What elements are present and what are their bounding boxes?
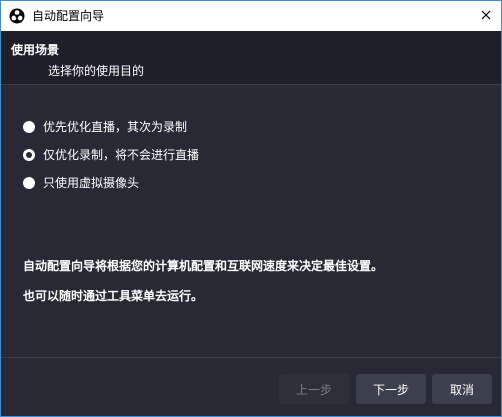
- option-record-only[interactable]: 仅优化录制，将不会进行直播: [23, 146, 199, 164]
- page-subtitle: 选择你的使用目的: [48, 64, 145, 78]
- option-label: 只使用虚拟摄像头: [43, 176, 140, 190]
- title-bar[interactable]: 自动配置向导: [1, 1, 501, 31]
- radio-button-selected[interactable]: [23, 149, 35, 161]
- page-header: 使用场景 选择你的使用目的: [1, 31, 501, 85]
- option-stream-priority[interactable]: 优先优化直播，其次为录制: [23, 118, 187, 136]
- cancel-button[interactable]: 取消: [432, 374, 492, 404]
- close-button[interactable]: [471, 1, 501, 31]
- button-bar: 上一步 下一步 取消: [1, 357, 501, 416]
- obs-logo-icon: [9, 8, 25, 24]
- window-title: 自动配置向导: [32, 9, 105, 23]
- info-text-line2: 也可以随时通过工具菜单去运行。: [23, 289, 204, 303]
- auto-config-wizard-window: 自动配置向导 使用场景 选择你的使用目的 优先优化直播，其次为录制 仅优化录制，…: [0, 0, 502, 417]
- page-title: 使用场景: [11, 43, 60, 57]
- option-label: 仅优化录制，将不会进行直播: [43, 148, 200, 162]
- info-text-line1: 自动配置向导将根据您的计算机配置和互联网速度来决定最佳设置。: [23, 259, 384, 273]
- radio-button[interactable]: [23, 177, 35, 189]
- back-button[interactable]: 上一步: [279, 374, 349, 404]
- usage-options: 优先优化直播，其次为录制 仅优化录制，将不会进行直播 只使用虚拟摄像头 自动配置…: [1, 85, 501, 357]
- radio-button[interactable]: [23, 121, 35, 133]
- close-icon: [481, 9, 491, 23]
- option-label: 优先优化直播，其次为录制: [43, 120, 188, 134]
- option-virtual-camera[interactable]: 只使用虚拟摄像头: [23, 174, 139, 192]
- next-button[interactable]: 下一步: [356, 374, 426, 404]
